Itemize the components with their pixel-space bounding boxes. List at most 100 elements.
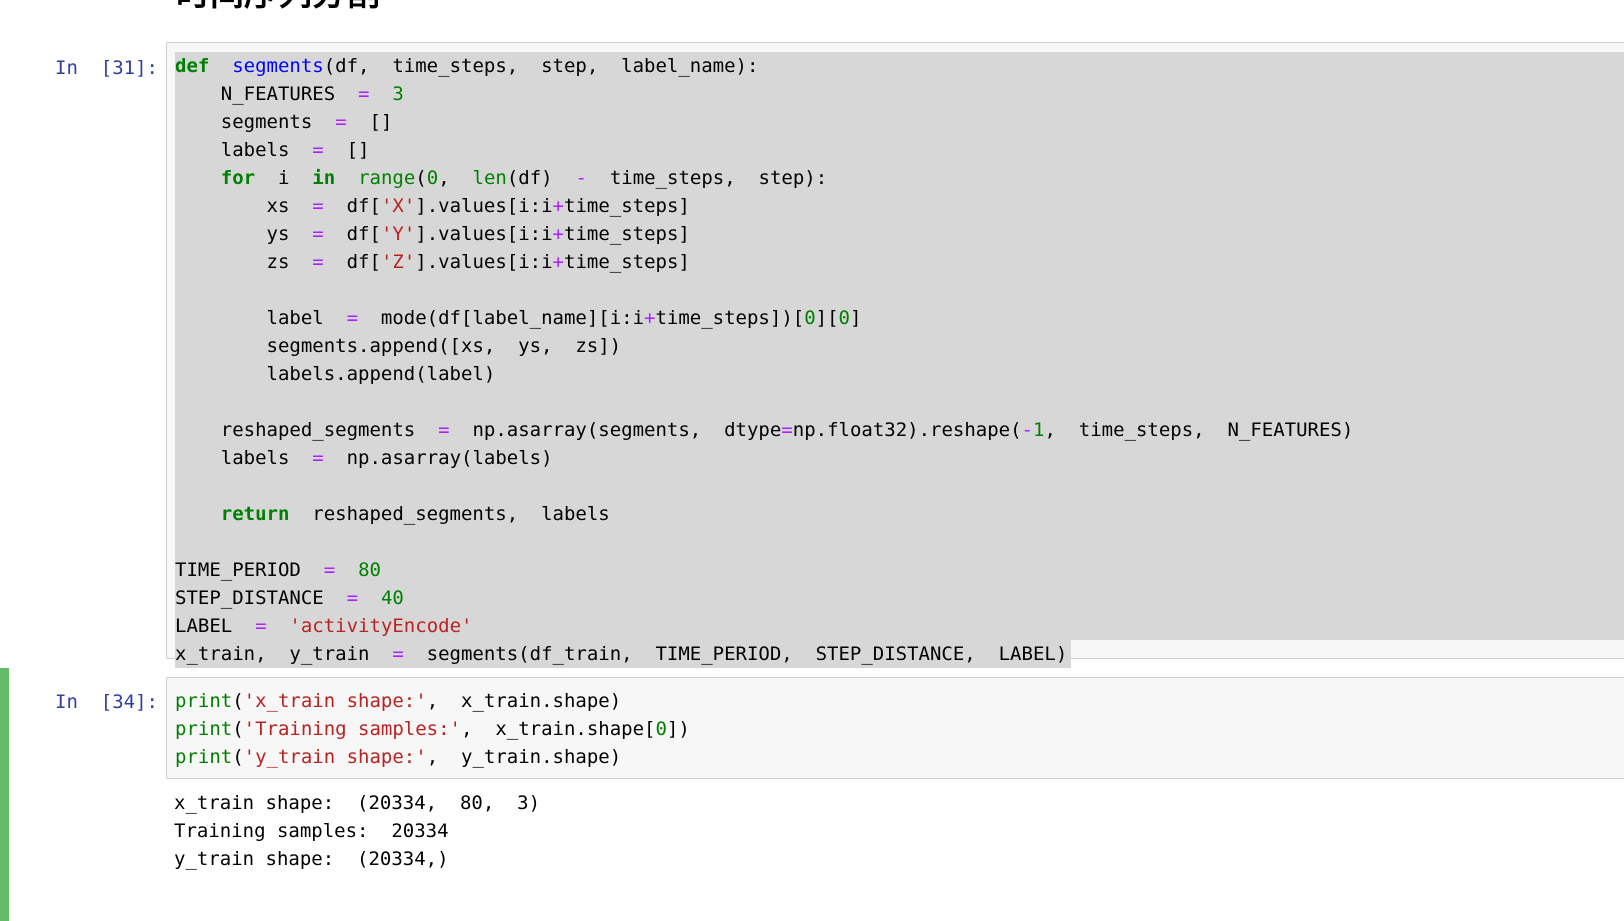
code-token: []	[323, 139, 370, 161]
code-token: ][	[815, 307, 839, 329]
code-token: time_steps])[	[655, 307, 805, 329]
code-token: x_train, y_train	[175, 643, 393, 665]
cell-prompt: In [31]:	[55, 57, 158, 79]
code-token: reshaped_segments, labels	[289, 503, 610, 525]
code-token: 40	[380, 587, 404, 609]
code-token: -	[575, 167, 587, 189]
code-token: np.asarray(labels)	[323, 447, 553, 469]
code-token: i	[255, 167, 313, 189]
code-token: =	[255, 615, 267, 637]
code-token: =	[312, 139, 324, 161]
code-token: xs	[175, 195, 313, 217]
code-token: =	[781, 419, 793, 441]
code-token: =	[312, 251, 324, 273]
code-line[interactable]: labels.append(label)	[175, 360, 1624, 388]
code-token: N_FEATURES	[175, 83, 359, 105]
code-token: TIME_PERIOD	[175, 559, 324, 581]
code-editor[interactable]: def segments(df, time_steps, step, label…	[166, 42, 1624, 668]
code-token: (df)	[506, 167, 576, 189]
code-line[interactable]: xs = df['X'].values[i:i+time_steps]	[175, 192, 1624, 220]
code-token: =	[392, 643, 404, 665]
code-token: 0	[838, 307, 850, 329]
code-token: 3	[392, 83, 404, 105]
code-token: in	[312, 167, 336, 189]
code-token: np.asarray(segments, dtype	[449, 419, 782, 441]
code-token: 'activityEncode'	[289, 615, 473, 637]
code-token: ])	[666, 718, 690, 740]
code-token: , x_train.shape[	[461, 718, 656, 740]
output-line: x_train shape: (20334, 80, 3)	[174, 792, 541, 814]
code-token: []	[346, 111, 393, 133]
code-line[interactable]: labels = np.asarray(labels)	[175, 444, 1624, 472]
code-line[interactable]: LABEL = 'activityEncode'	[175, 612, 1624, 640]
code-token: 'y_train shape:'	[243, 746, 427, 768]
code-line[interactable]: print('x_train shape:', x_train.shape)	[175, 687, 1624, 715]
code-token: +	[644, 307, 656, 329]
code-line[interactable]: segments = []	[175, 108, 1624, 136]
code-line[interactable]: labels = []	[175, 136, 1624, 164]
code-token: 0	[804, 307, 816, 329]
code-line[interactable]: x_train, y_train = segments(df_train, TI…	[175, 640, 1072, 668]
code-token: (	[415, 167, 427, 189]
code-token: 'Y'	[380, 223, 416, 245]
code-token: , x_train.shape)	[426, 690, 622, 712]
code-line[interactable]: return reshaped_segments, labels	[175, 500, 1624, 528]
code-cell-34[interactable]: In [34]: print('x_train shape:', x_train…	[0, 668, 1624, 921]
code-token: df[	[323, 251, 381, 273]
code-line[interactable]	[175, 472, 1624, 500]
code-token: ].values[i:i	[415, 195, 553, 217]
output-line: y_train shape: (20334,)	[174, 848, 449, 870]
code-token: +	[552, 195, 564, 217]
code-token: ]	[850, 307, 862, 329]
code-token: segments(df_train, TIME_PERIOD, STEP_DIS…	[403, 643, 1068, 665]
code-token: , time_steps, N_FEATURES)	[1044, 419, 1354, 441]
cell-prompt: In [34]:	[55, 691, 158, 713]
code-editor[interactable]: print('x_train shape:', x_train.shape) pr…	[166, 677, 1624, 779]
code-token: mode(df[label_name][i:i	[358, 307, 645, 329]
code-token: time_steps]	[564, 251, 690, 273]
code-token: print	[175, 718, 233, 740]
output-line: Training samples: 20334	[174, 820, 449, 842]
code-token: segments.append([xs, ys, zs])	[175, 335, 622, 357]
code-line[interactable]: print('y_train shape:', y_train.shape)	[175, 743, 1624, 771]
code-line[interactable]	[175, 388, 1624, 416]
code-token: =	[312, 223, 324, 245]
code-line[interactable]	[175, 528, 1624, 556]
code-line[interactable]: segments.append([xs, ys, zs])	[175, 332, 1624, 360]
code-token: 0	[655, 718, 667, 740]
code-line[interactable]: for i in range(0, len(df) - time_steps, …	[175, 164, 1624, 192]
code-line[interactable]: ys = df['Y'].values[i:i+time_steps]	[175, 220, 1624, 248]
code-token: +	[552, 251, 564, 273]
code-token: df[	[323, 195, 381, 217]
code-line[interactable]: TIME_PERIOD = 80	[175, 556, 1624, 584]
code-line[interactable]	[175, 276, 1624, 304]
code-token: STEP_DISTANCE	[175, 587, 347, 609]
code-token: for	[220, 167, 256, 189]
code-line[interactable]: label = mode(df[label_name][i:i+time_ste…	[175, 304, 1624, 332]
code-token: +	[552, 223, 564, 245]
code-line[interactable]: zs = df['Z'].values[i:i+time_steps]	[175, 248, 1624, 276]
code-token: 0	[426, 167, 439, 189]
code-token: LABEL	[175, 615, 256, 637]
code-token: =	[312, 195, 324, 217]
code-token: (df, time_steps, step, label_name):	[323, 55, 759, 77]
code-token: print	[175, 746, 233, 768]
code-token: ys	[175, 223, 313, 245]
code-token: np.float32).reshape(	[792, 419, 1022, 441]
code-line[interactable]: print('Training samples:', x_train.shape…	[175, 715, 1624, 743]
code-line[interactable]: N_FEATURES = 3	[175, 80, 1624, 108]
code-token: time_steps]	[564, 223, 690, 245]
code-token: =	[312, 447, 324, 469]
code-cell-31[interactable]: In [31]: def segments(df, time_steps, st…	[0, 42, 1624, 668]
code-token: -	[1021, 419, 1033, 441]
code-line[interactable]: reshaped_segments = np.asarray(segments,…	[175, 416, 1624, 444]
code-line[interactable]: def segments(df, time_steps, step, label…	[175, 52, 1624, 80]
code-token: labels.append(label)	[175, 363, 496, 385]
code-line[interactable]: STEP_DISTANCE = 40	[175, 584, 1624, 612]
code-token: return	[220, 503, 290, 525]
section-heading: 时间序列分割	[176, 0, 380, 14]
code-token: range	[358, 167, 416, 189]
